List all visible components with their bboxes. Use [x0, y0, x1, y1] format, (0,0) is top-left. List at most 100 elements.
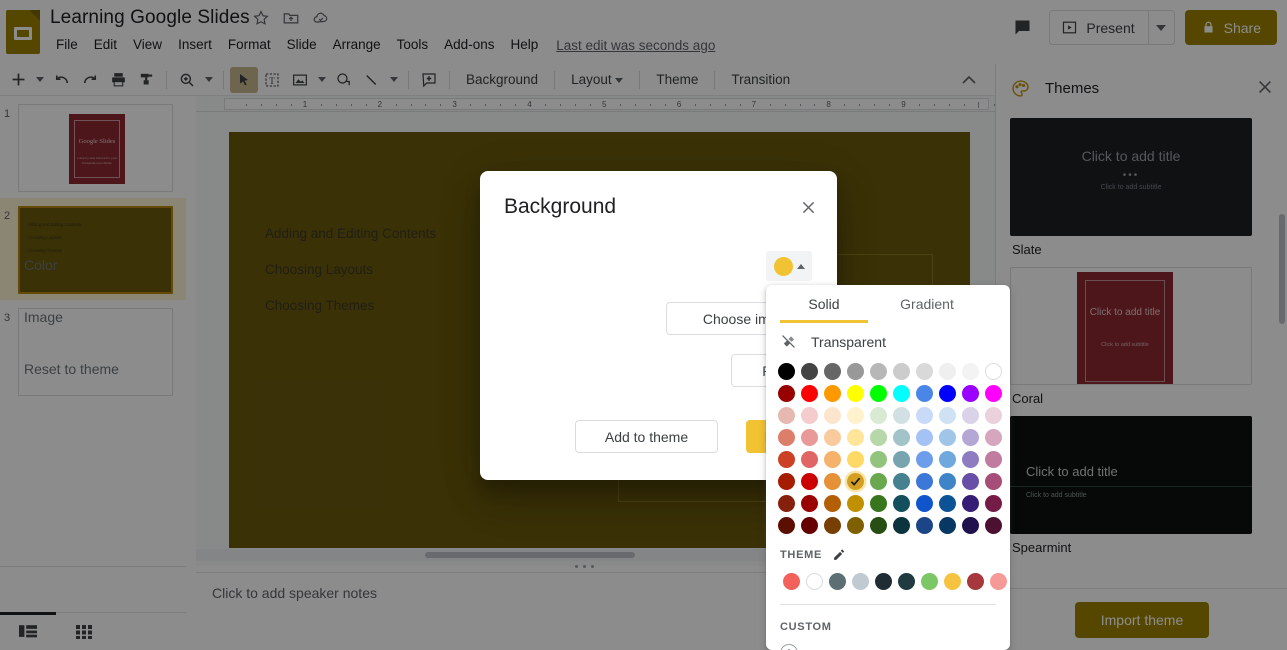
color-swatch[interactable]: [870, 473, 887, 490]
color-swatch[interactable]: [778, 451, 795, 468]
theme-color-row[interactable]: [780, 570, 996, 592]
tab-solid[interactable]: Solid: [776, 285, 872, 323]
menu-arrange[interactable]: Arrange: [325, 33, 389, 57]
color-swatch[interactable]: [939, 429, 956, 446]
color-swatch[interactable]: [962, 407, 979, 424]
color-swatch[interactable]: [962, 517, 979, 534]
color-swatch[interactable]: [985, 451, 1002, 468]
color-swatch[interactable]: [916, 363, 933, 380]
undo-button[interactable]: [48, 67, 76, 93]
color-swatch[interactable]: [801, 429, 818, 446]
menu-slide[interactable]: Slide: [279, 33, 325, 57]
filmstrip-view-button[interactable]: [0, 613, 56, 650]
themes-panel-scrollbar[interactable]: [1279, 214, 1285, 324]
color-swatch[interactable]: [847, 407, 864, 424]
print-button[interactable]: [104, 67, 132, 93]
color-swatch[interactable]: [893, 451, 910, 468]
transparent-option[interactable]: Transparent: [766, 323, 1010, 356]
theme-card-slate[interactable]: Click to add title ••• Click to add subt…: [1010, 118, 1252, 236]
color-swatch[interactable]: [824, 429, 841, 446]
color-swatch[interactable]: [778, 517, 795, 534]
share-button[interactable]: Share: [1185, 10, 1277, 45]
color-swatch[interactable]: [847, 517, 864, 534]
color-swatch[interactable]: [985, 407, 1002, 424]
color-swatch[interactable]: [778, 385, 795, 402]
color-swatch[interactable]: [778, 473, 795, 490]
color-swatch[interactable]: [916, 473, 933, 490]
zoom-caret[interactable]: [201, 67, 217, 93]
theme-color-swatch[interactable]: [829, 573, 846, 590]
color-swatch[interactable]: [801, 517, 818, 534]
theme-color-swatch[interactable]: [852, 573, 869, 590]
present-dropdown-caret[interactable]: [1148, 11, 1174, 44]
color-swatch[interactable]: [962, 363, 979, 380]
slide-filmstrip[interactable]: 1 Google Slides a step-by-step tutorial …: [0, 96, 186, 566]
menu-format[interactable]: Format: [220, 33, 279, 57]
color-swatch[interactable]: [893, 385, 910, 402]
menu-insert[interactable]: Insert: [170, 33, 220, 57]
color-swatch[interactable]: [962, 429, 979, 446]
add-to-theme-button[interactable]: Add to theme: [575, 420, 718, 453]
canvas-scrollbar-thumb[interactable]: [425, 552, 635, 558]
color-swatch[interactable]: [801, 495, 818, 512]
paint-format-button[interactable]: [132, 67, 160, 93]
color-swatch[interactable]: [847, 385, 864, 402]
color-swatch[interactable]: [893, 363, 910, 380]
color-swatch[interactable]: [962, 495, 979, 512]
import-theme-button[interactable]: Import theme: [1075, 602, 1209, 638]
new-slide-caret[interactable]: [32, 67, 48, 93]
redo-button[interactable]: [76, 67, 104, 93]
color-swatch[interactable]: [847, 473, 864, 490]
color-swatch-grid[interactable]: [766, 356, 1010, 536]
theme-button[interactable]: Theme: [646, 68, 708, 91]
color-swatch[interactable]: [985, 517, 1002, 534]
theme-card-coral[interactable]: Click to add title Click to add subtitle: [1010, 267, 1252, 385]
menu-tools[interactable]: Tools: [389, 33, 437, 57]
color-swatch[interactable]: [847, 451, 864, 468]
notes-resize-grip[interactable]: [575, 565, 594, 568]
color-swatch[interactable]: [893, 407, 910, 424]
line-button[interactable]: [358, 67, 386, 93]
comment-icon[interactable]: [1005, 11, 1039, 45]
line-caret[interactable]: [386, 67, 402, 93]
menu-help[interactable]: Help: [502, 33, 546, 57]
last-edit-link[interactable]: Last edit was seconds ago: [556, 38, 715, 53]
color-swatch[interactable]: [939, 385, 956, 402]
add-custom-color-icon[interactable]: [780, 644, 798, 650]
color-swatch[interactable]: [916, 517, 933, 534]
color-swatch[interactable]: [985, 473, 1002, 490]
theme-color-swatch[interactable]: [990, 573, 1007, 590]
background-button[interactable]: Background: [456, 68, 548, 91]
color-swatch[interactable]: [778, 363, 795, 380]
color-swatch[interactable]: [985, 363, 1002, 380]
color-swatch[interactable]: [801, 473, 818, 490]
present-button[interactable]: Present: [1050, 11, 1147, 44]
text-box-button[interactable]: T: [258, 67, 286, 93]
theme-color-swatch[interactable]: [921, 573, 938, 590]
color-swatch[interactable]: [824, 517, 841, 534]
new-slide-button[interactable]: [4, 67, 32, 93]
color-swatch[interactable]: [824, 385, 841, 402]
color-swatch[interactable]: [939, 407, 956, 424]
color-swatch[interactable]: [824, 407, 841, 424]
color-swatch[interactable]: [916, 451, 933, 468]
color-picker-popup[interactable]: Solid Gradient Transparent THEME CUSTOM: [766, 285, 1010, 650]
slide-thumbnail[interactable]: Adding and Editing Contents Choosing Lay…: [18, 206, 173, 294]
color-swatch[interactable]: [870, 363, 887, 380]
menu-view[interactable]: View: [125, 33, 170, 57]
color-swatch[interactable]: [801, 385, 818, 402]
color-swatch[interactable]: [824, 451, 841, 468]
color-swatch[interactable]: [801, 407, 818, 424]
theme-card-spearmint[interactable]: Click to add title Click to add subtitle: [1010, 416, 1252, 534]
menu-addons[interactable]: Add-ons: [436, 33, 502, 57]
color-swatch[interactable]: [870, 517, 887, 534]
theme-color-swatch[interactable]: [967, 573, 984, 590]
color-swatch[interactable]: [962, 473, 979, 490]
transition-button[interactable]: Transition: [721, 68, 800, 91]
slide-body-text[interactable]: Adding and Editing Contents Choosing Lay…: [265, 227, 436, 335]
document-title[interactable]: Learning Google Slides: [50, 6, 250, 30]
color-swatch[interactable]: [939, 451, 956, 468]
color-swatch[interactable]: [916, 495, 933, 512]
color-swatch[interactable]: [778, 407, 795, 424]
color-swatch[interactable]: [962, 385, 979, 402]
